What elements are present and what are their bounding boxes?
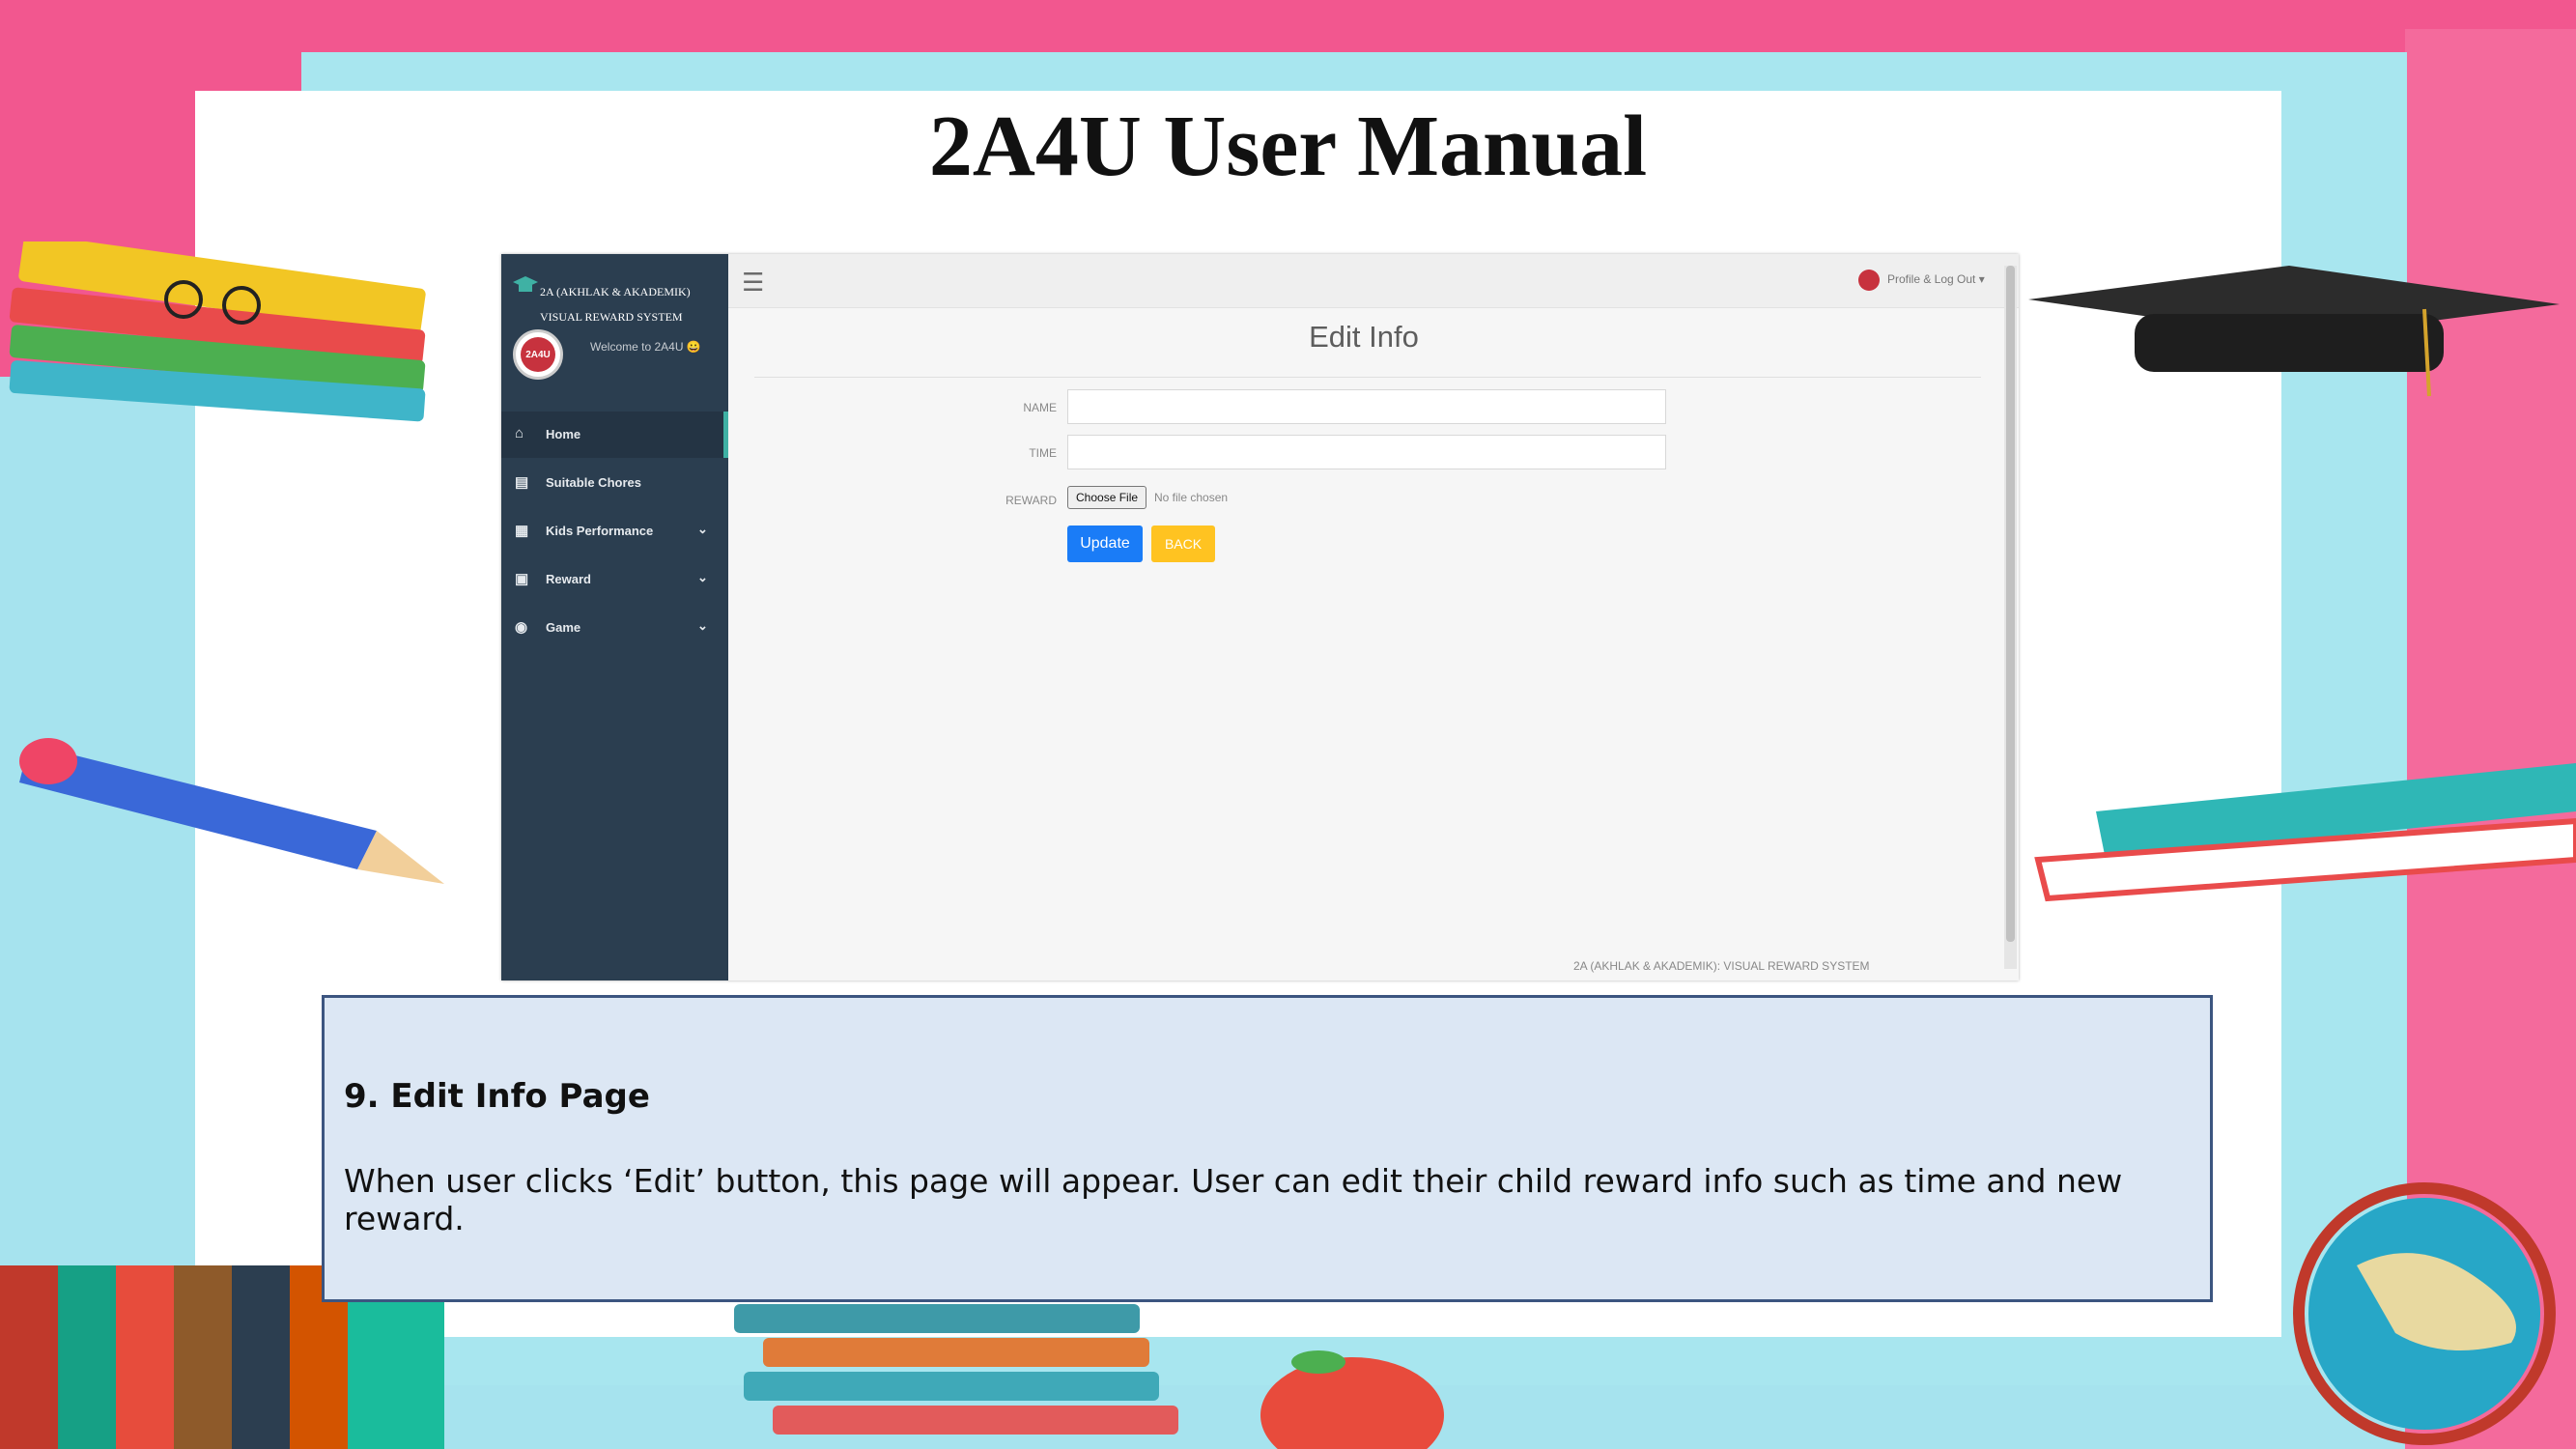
scrollbar-thumb[interactable] [2006,266,2015,942]
gift-icon: ▣ [515,571,529,587]
gamepad-icon: ◉ [515,619,528,636]
footer-text: 2A (AKHLAK & AKADEMIK): VISUAL REWARD SY… [1573,959,1870,973]
sidebar-item-game[interactable]: ◉ Game ⌄ [501,605,728,651]
calendar-icon: ▦ [515,523,529,539]
choose-file-button[interactable]: Choose File [1067,486,1147,509]
apple-illustration [1260,1350,1444,1449]
name-label: NAME [1023,401,1057,414]
app-screenshot: 2A (AKHLAK & AKADEMIK) VISUAL REWARD SYS… [501,254,2019,980]
notebooks-illustration [734,1304,1178,1435]
caption-body: When user clicks ‘Edit’ button, this pag… [344,1162,2123,1237]
graduation-cap-icon [513,276,538,292]
title-divider [754,377,1981,378]
sidebar-item-label: Home [546,427,581,441]
page-title: Edit Info [1309,320,1419,354]
graduation-cap-illustration [2028,266,2560,397]
reward-label: REWARD [1005,494,1057,507]
slide-title: 2A4U User Manual [928,99,1648,194]
no-file-chosen-text: No file chosen [1154,491,1229,504]
pencil-illustration [19,738,444,884]
avatar-logo: 2A4U [521,337,555,372]
top-navbar: ☰ Profile & Log Out ▾ [728,254,2019,308]
update-button[interactable]: Update [1067,526,1143,562]
brand-title[interactable]: 2A (AKHLAK & AKADEMIK) VISUAL REWARD SYS… [540,279,691,329]
profile-avatar[interactable] [1858,270,1880,291]
sidebar-item-label: Reward [546,572,591,586]
globe-illustration [2293,1182,2556,1445]
brand-line-2: VISUAL REWARD SYSTEM [540,310,683,324]
home-icon: ⌂ [515,425,524,441]
chevron-down-icon: ⌄ [697,522,708,536]
sidebar-item-label: Suitable Chores [546,475,641,490]
chevron-down-icon: ⌄ [697,570,708,584]
sidebar-item-label: Game [546,620,581,635]
name-field[interactable] [1067,389,1666,424]
caption-box: 9. Edit Info Page When user clicks ‘Edit… [322,995,2213,1302]
time-label: TIME [1029,446,1057,460]
brand-line-1: 2A (AKHLAK & AKADEMIK) [540,285,691,298]
back-button[interactable]: BACK [1151,526,1215,562]
hamburger-menu-icon[interactable]: ☰ [742,268,764,298]
sidebar-item-suitable-chores[interactable]: ▤ Suitable Chores [501,460,728,506]
profile-logout-menu[interactable]: Profile & Log Out ▾ [1887,272,1985,286]
sidebar-item-reward[interactable]: ▣ Reward ⌄ [501,556,728,603]
welcome-text: Welcome to 2A4U 😀 [590,340,701,354]
sidebar-item-kids-performance[interactable]: ▦ Kids Performance ⌄ [501,508,728,554]
sidebar-item-label: Kids Performance [546,524,654,538]
chevron-down-icon: ⌄ [697,618,708,633]
chores-icon: ▤ [515,474,529,491]
sidebar: 2A (AKHLAK & AKADEMIK) VISUAL REWARD SYS… [501,254,728,980]
sidebar-item-home[interactable]: ⌂ Home [501,412,728,458]
caption-heading: 9. Edit Info Page [344,1077,650,1116]
time-field[interactable] [1067,435,1666,469]
books-illustration [9,242,426,422]
books-stack-right-illustration [2034,763,2576,902]
avatar: 2A4U [513,329,563,380]
